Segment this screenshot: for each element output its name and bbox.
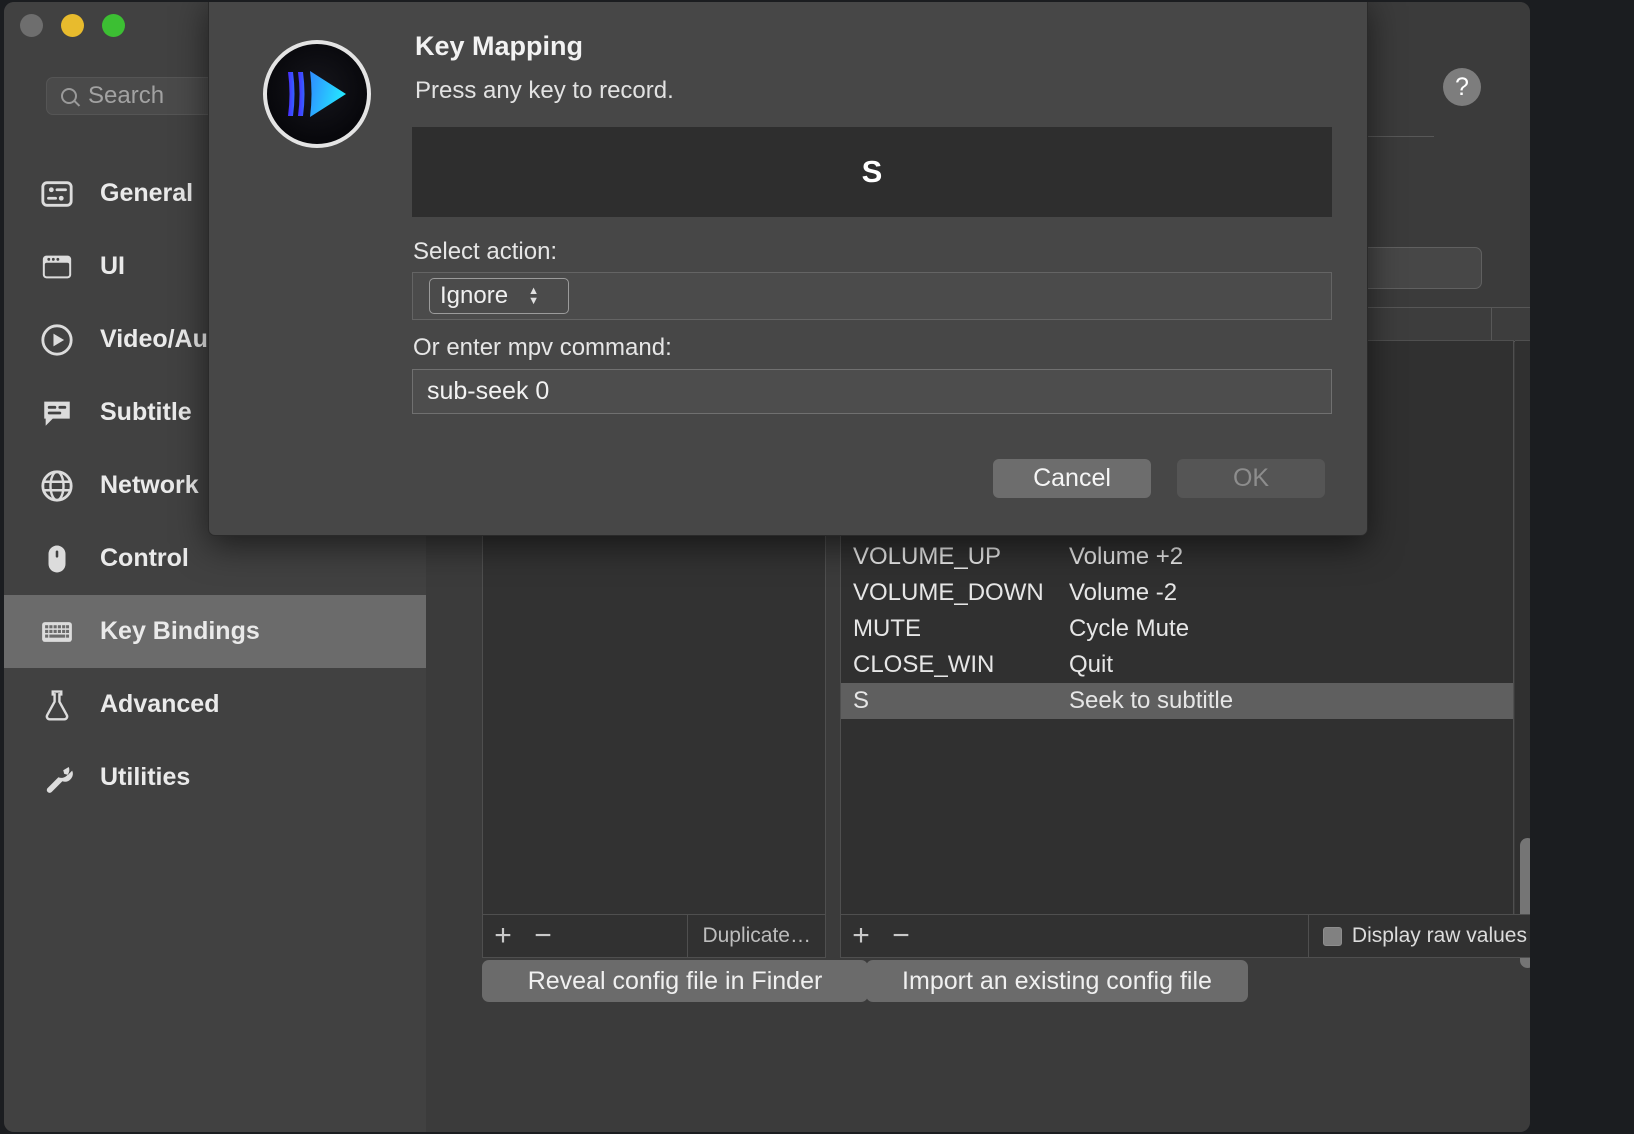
cancel-button[interactable]: Cancel <box>993 459 1151 498</box>
binding-key: VOLUME_UP <box>841 543 1069 571</box>
chevron-up-down-icon: ▲▼ <box>528 288 539 305</box>
remove-binding-button[interactable]: − <box>881 915 921 957</box>
sheet-subtitle: Press any key to record. <box>415 77 674 105</box>
table-row[interactable]: VOLUME_UP Volume +2 <box>841 539 1513 575</box>
globe-icon <box>40 469 74 503</box>
preferences-window: Search General UI Video/Au <box>4 2 1530 1132</box>
column-divider <box>1491 308 1492 342</box>
binding-action: Cycle Mute <box>1069 615 1513 643</box>
sidebar-item-label: Control <box>100 544 189 573</box>
sidebar-item-label: General <box>100 179 193 208</box>
play-pause-glyph <box>284 66 350 122</box>
sidebar-item-label: Subtitle <box>100 398 192 427</box>
keyboard-icon <box>40 615 74 649</box>
sidebar-item-label: Advanced <box>100 690 219 719</box>
display-raw-values-label: Display raw values <box>1352 924 1527 948</box>
sidebar-item-label: UI <box>100 252 125 281</box>
sliders-icon <box>40 177 74 211</box>
close-window-button[interactable] <box>20 14 43 37</box>
window-icon <box>40 250 74 284</box>
action-select-value: Ignore <box>440 282 508 310</box>
search-placeholder: Search <box>88 82 164 110</box>
sidebar-item-label: Video/Au <box>100 325 208 354</box>
display-raw-values-checkbox[interactable]: Display raw values <box>1309 915 1530 957</box>
table-row[interactable]: MUTE Cycle Mute <box>841 611 1513 647</box>
binding-key: CLOSE_WIN <box>841 651 1069 679</box>
key-mapping-sheet: Key Mapping Press any key to record. S S… <box>208 2 1368 536</box>
binding-key: VOLUME_DOWN <box>841 579 1069 607</box>
help-button[interactable]: ? <box>1443 68 1481 106</box>
key-bindings-toolbar: + − Display raw values <box>840 914 1530 958</box>
binding-key: MUTE <box>841 615 1069 643</box>
mpv-command-input[interactable]: sub-seek 0 <box>412 369 1332 414</box>
play-circle-icon <box>40 323 74 357</box>
action-select[interactable]: Ignore ▲▼ <box>429 278 569 314</box>
binding-action: Quit <box>1069 651 1513 679</box>
binding-key: S <box>841 687 1069 715</box>
maximize-window-button[interactable] <box>102 14 125 37</box>
table-row-selected[interactable]: S Seek to subtitle <box>841 683 1513 719</box>
flask-icon <box>40 688 74 722</box>
config-list-toolbar: + − Duplicate… <box>482 914 826 958</box>
import-config-button[interactable]: Import an existing config file <box>866 960 1248 1002</box>
minimize-window-button[interactable] <box>61 14 84 37</box>
binding-action: Volume +2 <box>1069 543 1513 571</box>
duplicate-button[interactable]: Duplicate… <box>688 915 825 957</box>
wrench-icon <box>40 761 74 795</box>
binding-action: Seek to subtitle <box>1069 687 1513 715</box>
checkbox-box[interactable] <box>1323 927 1342 946</box>
add-binding-button[interactable]: + <box>841 915 881 957</box>
binding-action: Volume -2 <box>1069 579 1513 607</box>
sidebar-item-label: Utilities <box>100 763 190 792</box>
sheet-title: Key Mapping <box>415 31 583 62</box>
reveal-config-in-finder-button[interactable]: Reveal config file in Finder <box>482 960 868 1002</box>
table-row[interactable]: CLOSE_WIN Quit <box>841 647 1513 683</box>
remove-config-button[interactable]: − <box>523 915 563 957</box>
caption-icon <box>40 396 74 430</box>
sidebar-item-utilities[interactable]: Utilities <box>4 741 426 814</box>
mpv-command-label: Or enter mpv command: <box>413 334 672 362</box>
app-icon <box>263 40 371 148</box>
add-config-button[interactable]: + <box>483 915 523 957</box>
recorded-key-display[interactable]: S <box>412 127 1332 217</box>
ok-button[interactable]: OK <box>1177 459 1325 498</box>
select-action-label: Select action: <box>413 238 557 266</box>
search-icon <box>61 88 77 104</box>
sidebar-item-key-bindings[interactable]: Key Bindings <box>4 595 426 668</box>
table-row[interactable]: VOLUME_DOWN Volume -2 <box>841 575 1513 611</box>
key-bindings-scrollbar[interactable] <box>1515 340 1530 915</box>
sidebar-item-label: Key Bindings <box>100 617 260 646</box>
traffic-lights <box>20 14 125 37</box>
action-row: Ignore ▲▼ <box>412 272 1332 320</box>
mouse-icon <box>40 542 74 576</box>
sidebar-item-label: Network <box>100 471 199 500</box>
sidebar-item-advanced[interactable]: Advanced <box>4 668 426 741</box>
